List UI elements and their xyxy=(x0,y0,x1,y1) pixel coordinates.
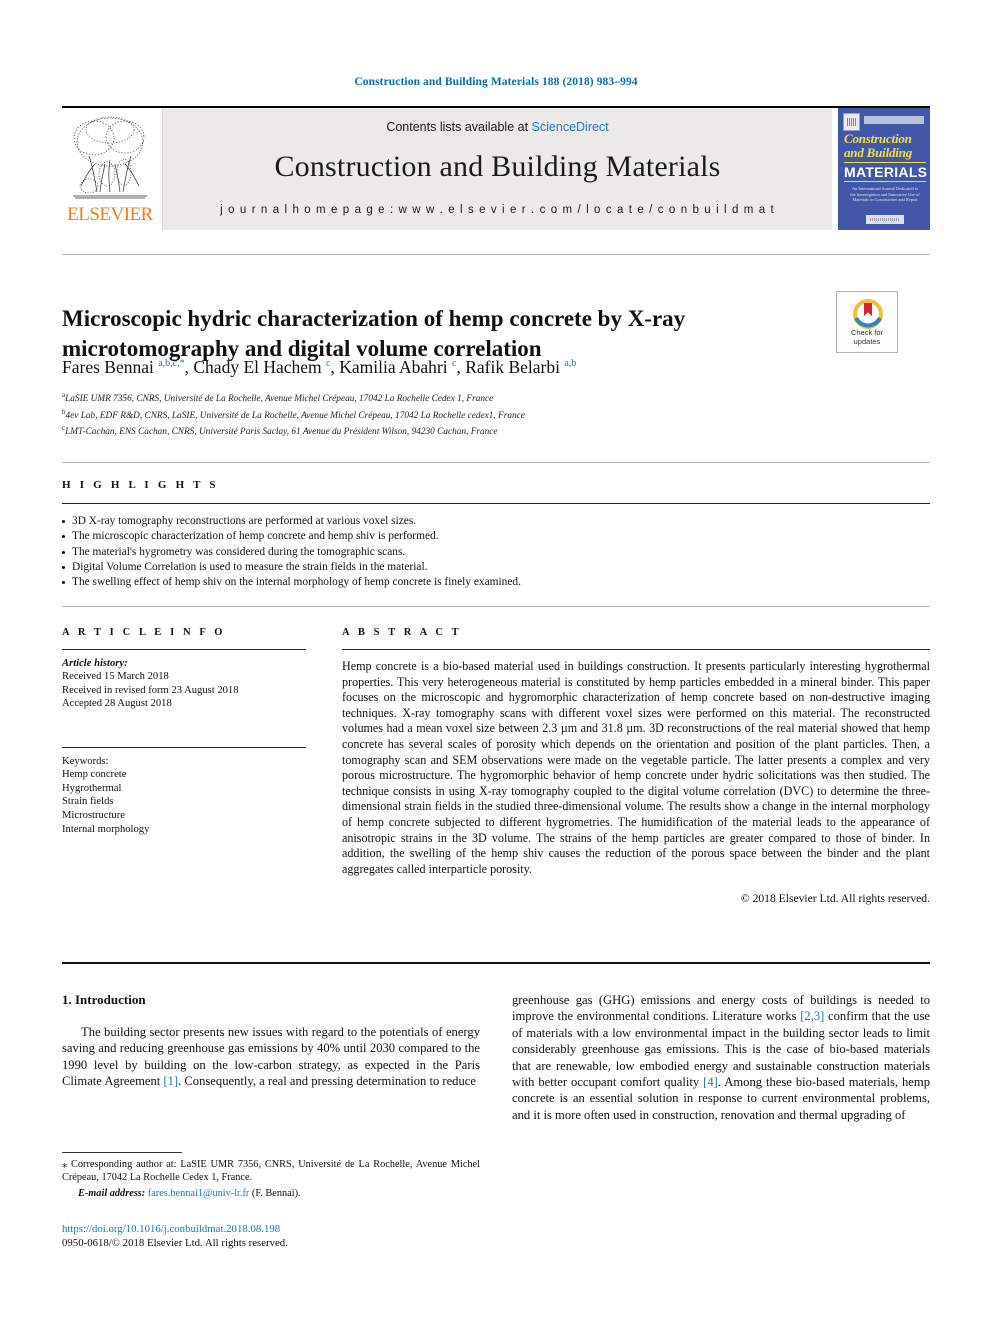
section-title-introduction: 1. Introduction xyxy=(62,992,146,1007)
divider-abstract xyxy=(342,649,930,650)
citation-ref-2-3[interactable]: [2,3] xyxy=(800,1009,824,1023)
article-history-item: Received in revised form 23 August 2018 xyxy=(62,684,239,696)
highlight-item: The swelling effect of hemp shiv on the … xyxy=(62,575,930,590)
article-info-section: A R T I C L E I N F O Article history: R… xyxy=(62,627,306,836)
elsevier-tree-icon xyxy=(67,112,153,204)
affiliation-item: aLaSIE UMR 7356, CNRS, Université de La … xyxy=(62,389,822,406)
highlight-item: The microscopic characterization of hemp… xyxy=(62,529,930,544)
body-column-left: 1. Introduction The building sector pres… xyxy=(62,992,480,1090)
article-history-label: Article history: xyxy=(62,658,128,669)
cover-rule-top xyxy=(844,162,926,163)
sciencedirect-link[interactable]: ScienceDirect xyxy=(532,120,609,134)
affiliation-text: 4ev Lab, EDF R&D, CNRS, LaSIE, Universit… xyxy=(65,410,525,421)
keyword-item: Hygrothermal xyxy=(62,782,122,794)
elsevier-logo: ELSEVIER xyxy=(62,108,158,230)
journal-band: Contents lists available at ScienceDirec… xyxy=(162,108,832,230)
highlight-item: Digital Volume Correlation is used to me… xyxy=(62,560,930,575)
keyword-item: Internal morphology xyxy=(62,823,150,835)
body-column-right: greenhouse gas (GHG) emissions and energ… xyxy=(512,992,930,1123)
cover-title-line-3: MATERIALS xyxy=(844,164,928,180)
article-history-block: Article history: Received 15 March 2018 … xyxy=(62,657,306,711)
abstract-text: Hemp concrete is a bio-based material us… xyxy=(342,659,930,876)
keywords-block: Keywords: Hemp concrete Hygrothermal Str… xyxy=(62,755,306,837)
corresponding-author-text: Corresponding author at: LaSIE UMR 7356,… xyxy=(62,1159,480,1184)
running-head: Construction and Building Materials 188 … xyxy=(354,76,638,88)
affiliation-text: LaSIE UMR 7356, CNRS, Université de La R… xyxy=(65,394,494,405)
highlights-heading: H I G H L I G H T S xyxy=(62,479,219,491)
article-history-item: Accepted 28 August 2018 xyxy=(62,698,172,710)
intro-text-post: . Consequently, a real and pressing dete… xyxy=(178,1074,476,1089)
doi-block: https://doi.org/10.1016/j.conbuildmat.20… xyxy=(62,1222,492,1250)
journal-cover-thumbnail: Construction and Building MATERIALS An I… xyxy=(838,108,930,230)
highlight-item: The material's hygrometry was considered… xyxy=(62,545,930,560)
keyword-item: Microstructure xyxy=(62,810,125,821)
divider-above-highlights xyxy=(62,462,930,463)
intro-paragraph-left: The building sector presents new issues … xyxy=(62,1024,480,1090)
footnote-block: ⁎ Corresponding author at: LaSIE UMR 735… xyxy=(62,1158,480,1200)
elsevier-wordmark: ELSEVIER xyxy=(67,204,153,225)
corresponding-author-marker: ⁎ xyxy=(62,1159,68,1170)
divider-above-title xyxy=(62,254,930,255)
email-link[interactable]: fares.bennai1@univ-lr.fr xyxy=(148,1188,250,1199)
corresponding-author-note: ⁎ Corresponding author at: LaSIE UMR 735… xyxy=(62,1158,480,1185)
affiliation-item: cLMT-Cachan, ENS Cachan, CNRS, Universit… xyxy=(62,422,822,439)
crossmark-label: Check for updates xyxy=(850,328,884,346)
cover-blurb: An International Journal Dedicated to th… xyxy=(850,186,920,203)
article-history-item: Received 15 March 2018 xyxy=(62,671,169,683)
email-note: E-mail address: fares.bennai1@univ-lr.fr… xyxy=(62,1187,480,1200)
citation-ref-4[interactable]: [4] xyxy=(703,1075,718,1089)
divider-above-body xyxy=(62,962,930,964)
contents-list-line: Contents lists available at ScienceDirec… xyxy=(163,108,832,134)
affiliation-item: b4ev Lab, EDF R&D, CNRS, LaSIE, Universi… xyxy=(62,406,822,423)
journal-homepage-line[interactable]: j o u r n a l h o m e p a g e : w w w . … xyxy=(163,204,832,216)
keyword-item: Strain fields xyxy=(62,796,114,808)
email-owner: (F. Bennai). xyxy=(251,1187,301,1199)
divider-keywords xyxy=(62,746,306,748)
journal-title: Construction and Building Materials xyxy=(274,150,721,183)
crossmark-badge[interactable]: Check for updates xyxy=(836,291,898,353)
cover-footer-box xyxy=(866,215,904,224)
article-info-heading: A R T I C L E I N F O xyxy=(62,627,226,638)
citation-ref-1[interactable]: [1] xyxy=(163,1074,178,1088)
divider-below-highlights xyxy=(62,606,930,607)
divider-below-highlights-heading xyxy=(62,503,930,504)
intro-paragraph-right: greenhouse gas (GHG) emissions and energ… xyxy=(512,992,930,1123)
article-first-page: Construction and Building Materials 188 … xyxy=(0,0,992,1323)
footnote-divider xyxy=(62,1152,182,1153)
email-label: E-mail address: xyxy=(78,1187,146,1199)
abstract-section: A B S T R A C T Hemp concrete is a bio-b… xyxy=(342,627,930,905)
highlight-item: 3D X-ray tomography reconstructions are … xyxy=(62,514,930,529)
cover-title-line-1: Construction xyxy=(844,131,912,146)
crossmark-icon xyxy=(853,299,883,329)
cover-top-bar xyxy=(864,116,924,124)
affiliation-list: aLaSIE UMR 7356, CNRS, Université de La … xyxy=(62,389,822,439)
author-list: Fares Bennai a,b,c,*, Chady El Hachem c,… xyxy=(62,357,577,377)
affiliation-text: LMT-Cachan, ENS Cachan, CNRS, Université… xyxy=(65,427,498,438)
cover-title-line-2: and Building xyxy=(844,145,913,160)
cover-rule-bottom xyxy=(844,181,926,182)
journal-masthead: ELSEVIER Contents lists available at Sci… xyxy=(62,106,930,232)
keywords-label: Keywords: xyxy=(62,755,109,767)
doi-link[interactable]: https://doi.org/10.1016/j.conbuildmat.20… xyxy=(62,1222,492,1236)
article-title: Microscopic hydric characterization of h… xyxy=(62,306,686,362)
cover-elsevier-mark xyxy=(843,113,860,131)
issn-copyright-line: 0950-0618/© 2018 Elsevier Ltd. All right… xyxy=(62,1237,288,1249)
contents-prefix: Contents lists available at xyxy=(386,120,529,134)
abstract-copyright: © 2018 Elsevier Ltd. All rights reserved… xyxy=(740,892,930,906)
highlights-list: 3D X-ray tomography reconstructions are … xyxy=(62,514,930,590)
keyword-item: Hemp concrete xyxy=(62,769,127,781)
abstract-heading: A B S T R A C T xyxy=(342,627,462,638)
divider-article-info xyxy=(62,649,306,650)
